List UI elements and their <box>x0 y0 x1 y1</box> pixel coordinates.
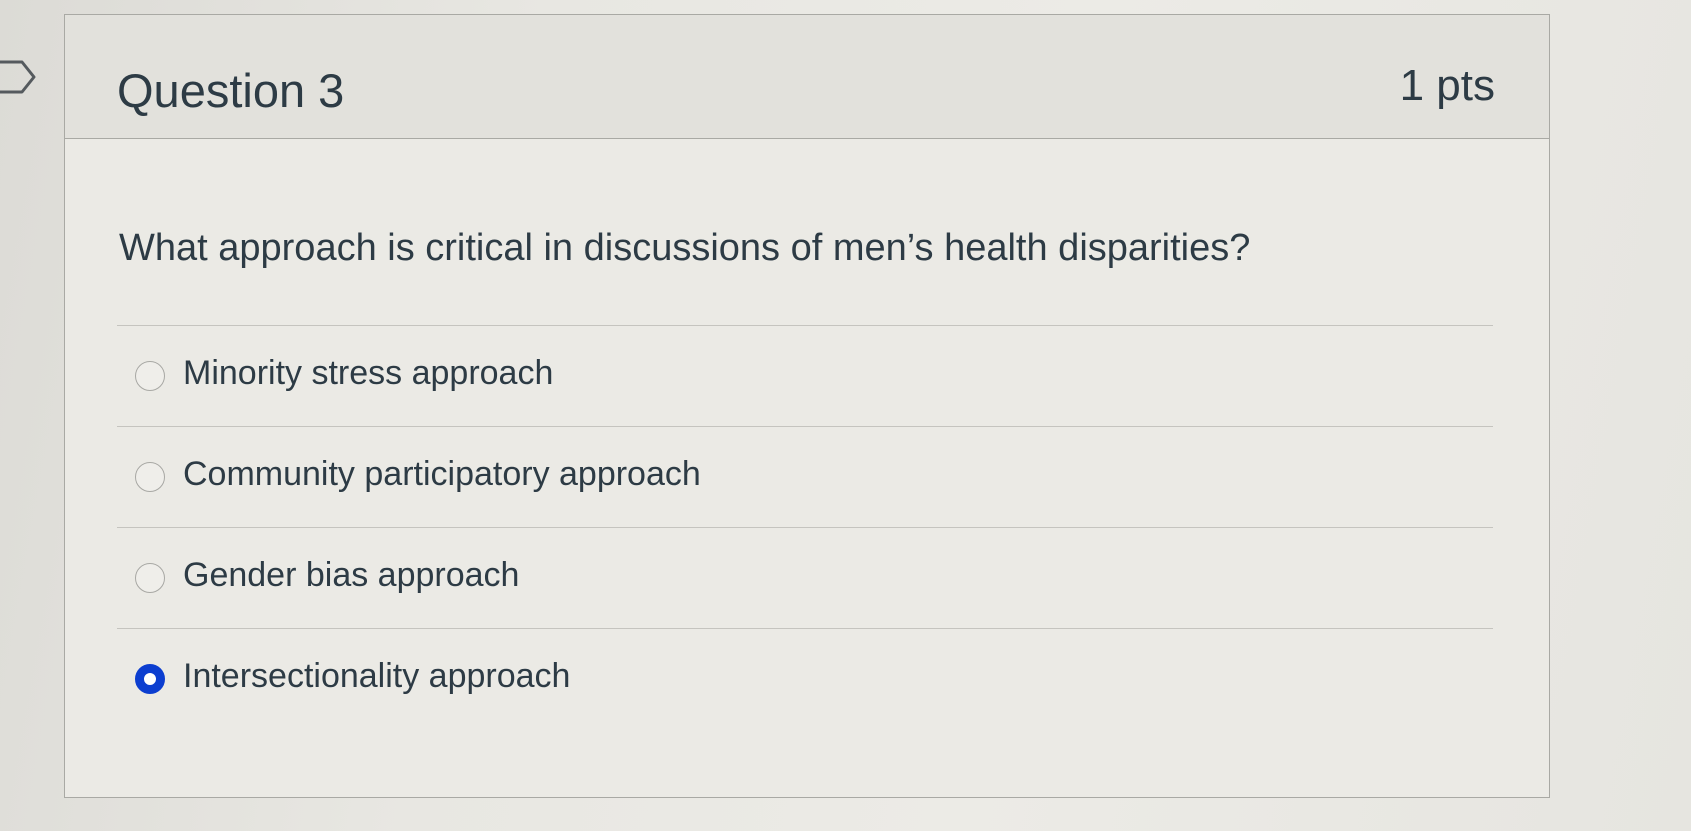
radio-button[interactable] <box>135 361 165 391</box>
answer-option[interactable]: Community participatory approach <box>117 427 1493 527</box>
answer-list: Minority stress approach Community parti… <box>117 325 1493 729</box>
question-text: What approach is critical in discussions… <box>119 227 1251 269</box>
quiz-page: Question 3 1 pts What approach is critic… <box>0 0 1691 831</box>
answer-option[interactable]: Intersectionality approach <box>117 629 1493 729</box>
answer-option[interactable]: Gender bias approach <box>117 528 1493 628</box>
radio-button[interactable] <box>135 462 165 492</box>
question-card: Question 3 1 pts What approach is critic… <box>64 14 1550 798</box>
radio-button[interactable] <box>135 563 165 593</box>
answer-label[interactable]: Intersectionality approach <box>183 657 570 696</box>
question-title: Question 3 <box>117 64 345 117</box>
flag-icon[interactable] <box>0 58 40 96</box>
answer-option[interactable]: Minority stress approach <box>117 326 1493 426</box>
question-points: 1 pts <box>1399 61 1495 110</box>
answer-label[interactable]: Community participatory approach <box>183 455 701 494</box>
answer-label[interactable]: Minority stress approach <box>183 354 553 393</box>
answer-label[interactable]: Gender bias approach <box>183 556 519 595</box>
question-header: Question 3 1 pts <box>65 15 1549 139</box>
radio-button-selected[interactable] <box>135 664 165 694</box>
